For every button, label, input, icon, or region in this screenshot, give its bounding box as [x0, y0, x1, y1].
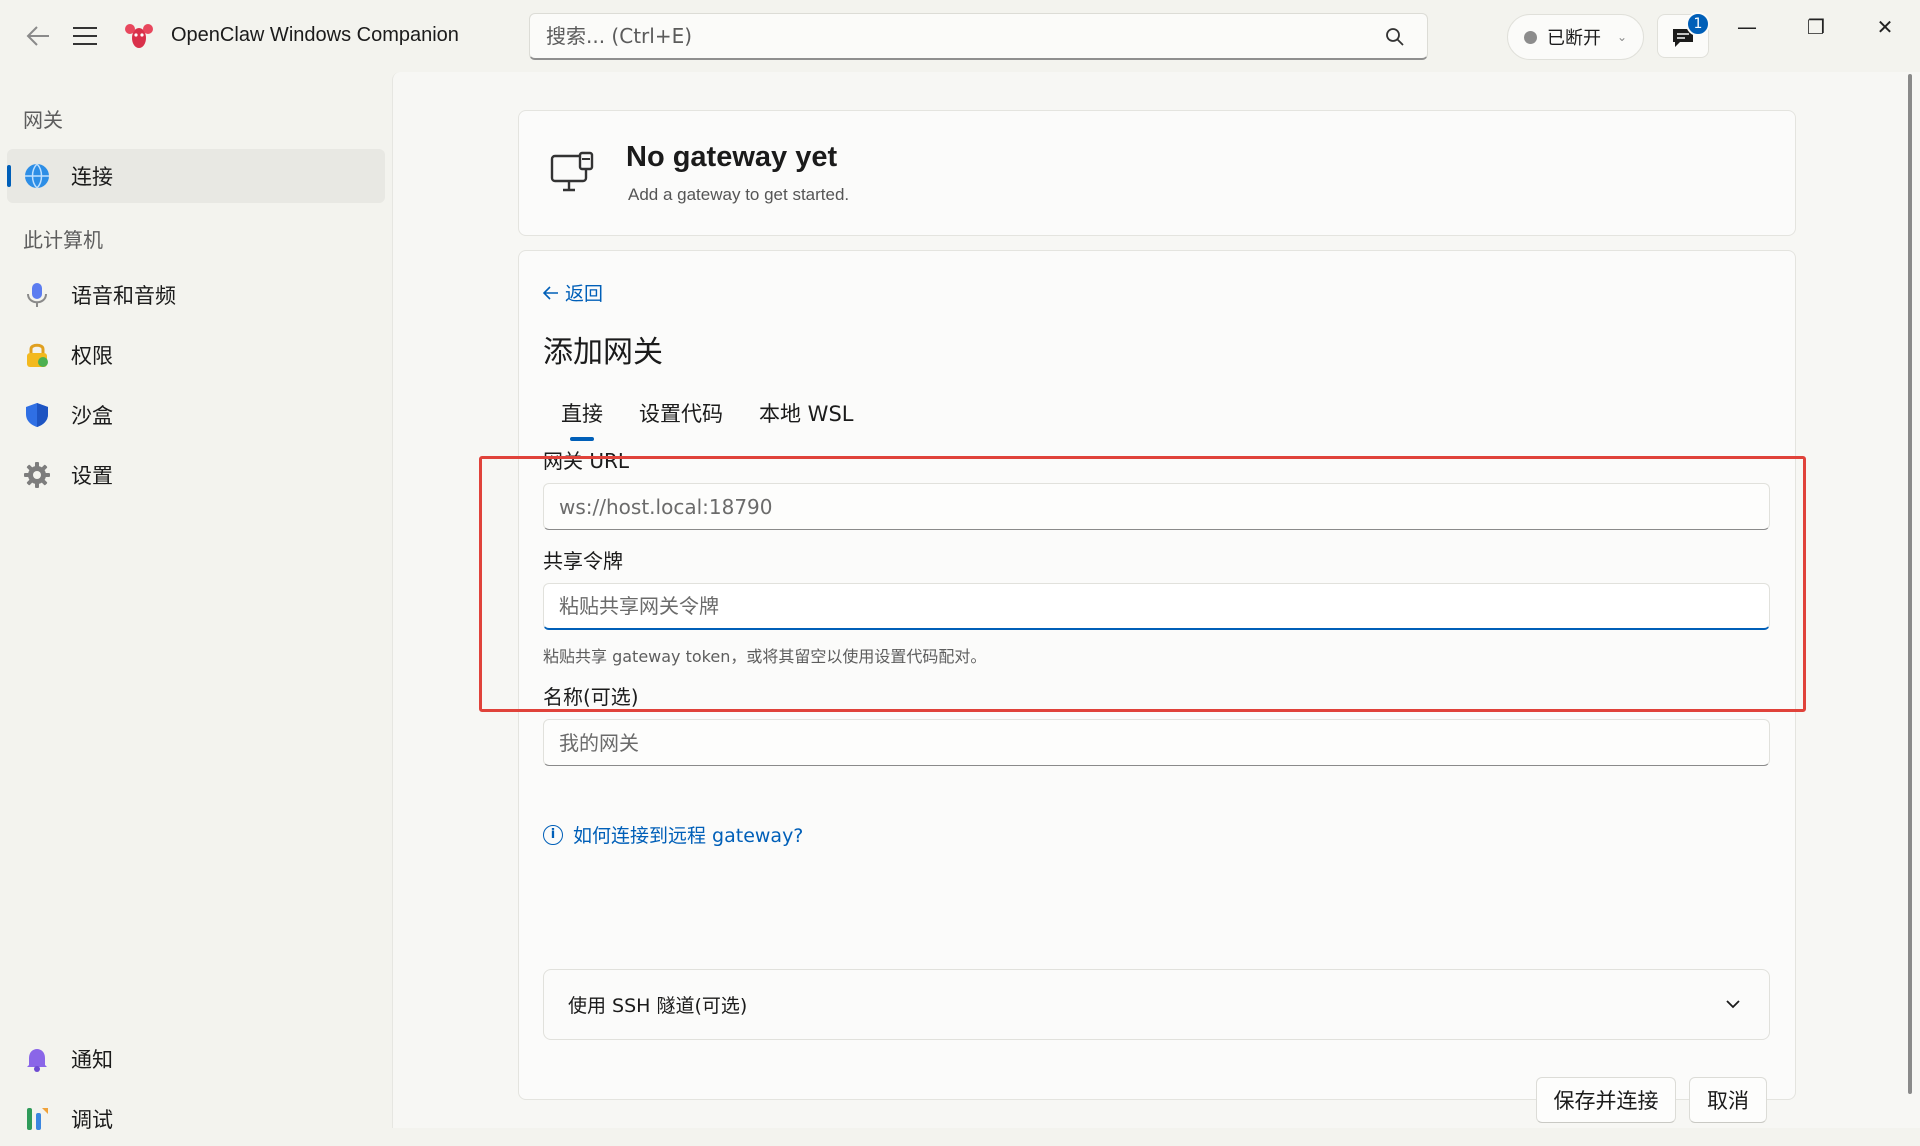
search-box[interactable] [529, 13, 1428, 60]
add-gateway-card: 返回 添加网关 直接 设置代码 本地 WSL 网关 URL 共享令牌 粘贴共享 … [518, 250, 1796, 1123]
help-link-label: 如何连接到远程 gateway? [573, 825, 804, 847]
lock-icon [27, 343, 48, 367]
sidebar-item-label: 通知 [71, 1048, 113, 1072]
tab-local-wsl[interactable]: 本地 WSL [741, 391, 871, 435]
sidebar: 网关 连接 此计算机 语音和音频 权限 沙盒 设置 通知 调试 [0, 72, 392, 1132]
gateway-card-subtitle: Add a gateway to get started. [628, 185, 850, 204]
main-content: No gateway yet Add a gateway to get star… [392, 72, 1920, 1128]
bell-icon [27, 1049, 47, 1072]
page-title: 添加网关 [543, 335, 663, 370]
ssh-tunnel-label: 使用 SSH 隧道(可选) [568, 995, 748, 1017]
status-dot [1524, 30, 1537, 44]
status-label: 已断开 [1547, 28, 1601, 49]
save-and-connect-button[interactable]: 保存并连接 [1536, 1077, 1676, 1123]
gateway-url-input[interactable] [544, 494, 1769, 519]
notification-badge: 1 [1686, 12, 1710, 36]
sidebar-item-sandbox[interactable]: 沙盒 [7, 388, 385, 442]
sidebar-item-label: 连接 [71, 165, 113, 189]
title-bar: OpenClaw Windows Companion 已断开 ⌄ 1 — ❐ ✕ [0, 0, 1920, 72]
sidebar-item-label: 调试 [71, 1108, 113, 1132]
search-input[interactable] [530, 24, 1427, 48]
notifications-button[interactable]: 1 [1657, 12, 1710, 58]
sidebar-item-label: 沙盒 [71, 404, 113, 428]
sidebar-item-label: 设置 [71, 464, 113, 488]
gateway-status-card: No gateway yet Add a gateway to get star… [518, 110, 1796, 236]
sidebar-item-label: 权限 [71, 344, 113, 368]
app-title: OpenClaw Windows Companion [171, 24, 459, 46]
shared-token-input[interactable] [544, 594, 1769, 618]
back-link[interactable]: 返回 [543, 279, 603, 306]
gear-icon [24, 462, 50, 488]
back-link-label: 返回 [565, 283, 604, 305]
shield-icon [26, 403, 48, 427]
gateway-name-field[interactable] [543, 719, 1770, 766]
back-arrow-icon[interactable] [22, 20, 54, 52]
chevron-down-icon: ⌄ [1617, 30, 1628, 44]
info-icon: i [543, 824, 563, 845]
sidebar-section-computer: 此计算机 [23, 228, 103, 252]
vertical-scrollbar[interactable] [1908, 74, 1912, 1094]
sidebar-section-gateway: 网关 [23, 108, 63, 132]
sidebar-item-settings[interactable]: 设置 [7, 448, 385, 502]
hamburger-menu-icon[interactable] [70, 20, 102, 52]
arrow-left-icon [543, 285, 558, 300]
shared-token-hint: 粘贴共享 gateway token，或将其留空以使用设置代码配对。 [543, 647, 987, 666]
sidebar-item-label: 语音和音频 [71, 284, 176, 308]
sidebar-item-connect[interactable]: 连接 [7, 149, 385, 203]
gateway-url-field[interactable] [543, 483, 1770, 530]
globe-icon [25, 163, 49, 189]
restore-button[interactable]: ❐ [1793, 10, 1839, 44]
tab-setup-code[interactable]: 设置代码 [621, 391, 741, 435]
chevron-down-icon [1726, 1000, 1740, 1009]
sidebar-item-permissions[interactable]: 权限 [7, 328, 385, 382]
shared-token-field[interactable] [543, 583, 1770, 630]
tab-direct[interactable]: 直接 [543, 391, 621, 435]
cancel-button[interactable]: 取消 [1689, 1077, 1767, 1123]
connection-method-tabs: 直接 设置代码 本地 WSL [543, 391, 871, 441]
gateway-name-input[interactable] [544, 730, 1769, 755]
gateway-url-label: 网关 URL [543, 449, 630, 473]
gateway-name-label: 名称(可选) [543, 685, 639, 709]
close-button[interactable]: ✕ [1862, 10, 1908, 44]
remote-gateway-help-link[interactable]: i 如何连接到远程 gateway? [543, 821, 803, 848]
search-icon[interactable] [1385, 27, 1405, 47]
shared-token-label: 共享令牌 [543, 549, 623, 573]
connection-status-dropdown[interactable]: 已断开 ⌄ [1507, 14, 1644, 60]
tools-icon [27, 1108, 48, 1130]
microphone-icon [27, 283, 47, 307]
computer-network-icon [550, 151, 594, 192]
app-logo-icon [124, 21, 154, 51]
gateway-card-title: No gateway yet [626, 141, 838, 173]
sidebar-item-notifications[interactable]: 通知 [7, 1032, 385, 1086]
sidebar-item-voice-audio[interactable]: 语音和音频 [7, 268, 385, 322]
ssh-tunnel-expander[interactable]: 使用 SSH 隧道(可选) [543, 969, 1770, 1040]
minimize-button[interactable]: — [1724, 10, 1770, 44]
sidebar-item-debug[interactable]: 调试 [7, 1092, 385, 1146]
